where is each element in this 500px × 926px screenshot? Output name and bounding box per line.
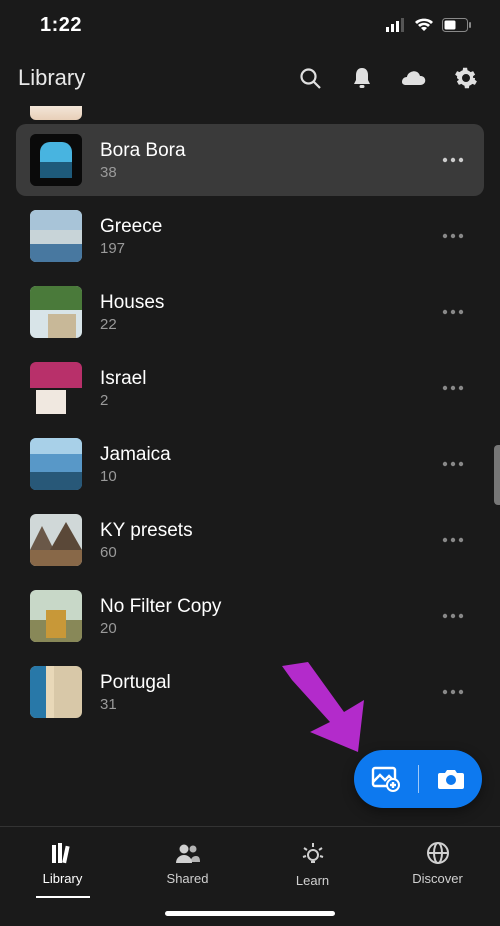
nav-learn[interactable]: Learn [250,841,375,888]
list-item[interactable]: Greece 197 [16,200,484,272]
list-item[interactable]: Portugal 31 [16,656,484,728]
scroll-indicator[interactable] [494,445,500,505]
album-count: 197 [100,240,418,257]
album-info: Jamaica 10 [100,444,418,485]
camera-icon [436,767,466,791]
album-title: Portugal [100,672,418,694]
album-more-button[interactable] [436,295,470,329]
album-info: Houses 22 [100,292,418,333]
album-thumbnail [30,210,82,262]
list-item[interactable]: Jamaica 10 [16,428,484,500]
album-more-button[interactable] [436,523,470,557]
album-title: Israel [100,368,418,390]
album-info: Greece 197 [100,216,418,257]
list-item[interactable]: KY presets 60 [16,504,484,576]
album-title: KY presets [100,520,418,542]
nav-library[interactable]: Library [0,841,125,898]
app-header: Library [0,50,500,106]
album-thumbnail [30,134,82,186]
nav-label: Shared [167,871,209,886]
album-count: 22 [100,316,418,333]
cloud-icon [401,68,427,88]
album-count: 10 [100,468,418,485]
album-title: Bora Bora [100,140,418,162]
album-title: Houses [100,292,418,314]
album-info: KY presets 60 [100,520,418,561]
nav-label: Discover [412,871,463,886]
album-info: Portugal 31 [100,672,418,713]
status-indicators [386,18,472,32]
signal-icon [386,18,406,32]
album-info: No Filter Copy 20 [100,596,418,637]
status-bar: 1:22 [0,0,500,50]
album-count: 38 [100,164,418,181]
nav-underline [36,896,90,898]
battery-icon [442,18,472,32]
album-count: 31 [100,696,418,713]
list-item-partial [30,106,470,120]
more-icon [442,461,464,467]
library-icon [50,841,76,865]
lightbulb-icon [300,841,326,867]
album-more-button[interactable] [436,599,470,633]
search-icon [298,66,322,90]
album-more-button[interactable] [436,675,470,709]
album-info: Israel 2 [100,368,418,409]
list-item[interactable]: Houses 22 [16,276,484,348]
more-icon [442,157,464,163]
home-indicator[interactable] [165,911,335,916]
album-info: Bora Bora 38 [100,140,418,181]
album-count: 60 [100,544,418,561]
settings-button[interactable] [450,62,482,94]
album-more-button[interactable] [436,143,470,177]
album-more-button[interactable] [436,447,470,481]
cloud-button[interactable] [398,62,430,94]
list-item[interactable]: Bora Bora 38 [16,124,484,196]
nav-label: Learn [296,873,329,888]
page-title: Library [18,65,274,91]
nav-discover[interactable]: Discover [375,841,500,886]
album-thumbnail [30,362,82,414]
album-count: 20 [100,620,418,637]
album-title: Jamaica [100,444,418,466]
globe-icon [426,841,450,865]
album-thumbnail [30,286,82,338]
nav-shared[interactable]: Shared [125,841,250,886]
search-button[interactable] [294,62,326,94]
more-icon [442,613,464,619]
album-title: Greece [100,216,418,238]
album-thumbnail [30,590,82,642]
list-item[interactable]: No Filter Copy 20 [16,580,484,652]
album-more-button[interactable] [436,219,470,253]
album-more-button[interactable] [436,371,470,405]
people-icon [175,841,201,865]
bell-icon [351,66,373,90]
image-add-icon [371,766,401,792]
camera-button[interactable] [431,767,471,791]
add-photos-fab[interactable] [354,750,482,808]
album-count: 2 [100,392,418,409]
more-icon [442,689,464,695]
nav-label: Library [43,871,83,886]
more-icon [442,309,464,315]
wifi-icon [414,18,434,32]
more-icon [442,537,464,543]
notifications-button[interactable] [346,62,378,94]
status-time: 1:22 [40,14,82,37]
import-image-button[interactable] [366,766,406,792]
more-icon [442,385,464,391]
album-thumbnail [30,514,82,566]
album-thumbnail [30,438,82,490]
gear-icon [454,66,478,90]
album-list[interactable]: Bora Bora 38 Greece 197 Houses 22 I [0,106,500,826]
fab-divider [418,765,419,793]
album-thumbnail [30,666,82,718]
more-icon [442,233,464,239]
album-title: No Filter Copy [100,596,418,618]
list-item[interactable]: Israel 2 [16,352,484,424]
